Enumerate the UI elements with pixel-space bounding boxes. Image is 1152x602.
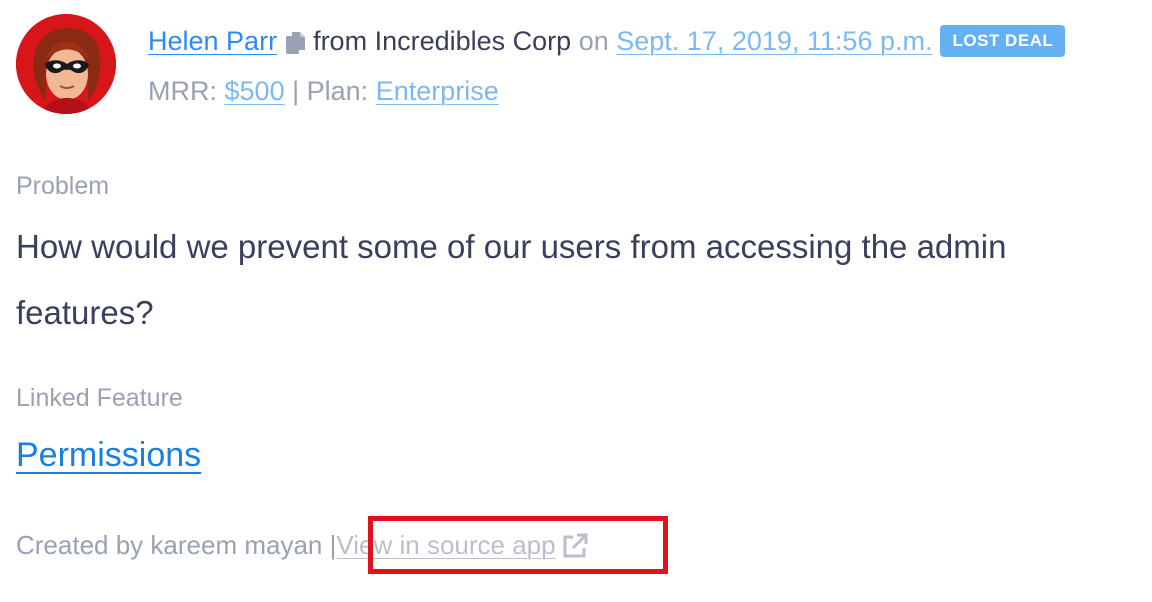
customer-line: Helen Parr from Incredibles Corp on Sept… xyxy=(148,22,1138,60)
avatar xyxy=(16,14,116,114)
mrr-value-link[interactable]: $500 xyxy=(225,76,285,106)
customer-name-link[interactable]: Helen Parr xyxy=(148,22,277,60)
plan-value-link[interactable]: Enterprise xyxy=(376,76,499,106)
footer: Created by kareem mayan | View in source… xyxy=(16,530,590,561)
created-by-text: Created by kareem mayan xyxy=(16,530,323,560)
feedback-header: Helen Parr from Incredibles Corp on Sept… xyxy=(148,22,1138,110)
separator: | xyxy=(292,76,300,106)
company-name: Incredibles Corp xyxy=(374,26,572,56)
mrr-label: MRR: xyxy=(148,76,217,106)
date-link[interactable]: Sept. 17, 2019, 11:56 p.m. xyxy=(616,22,932,60)
copy-icon[interactable] xyxy=(285,28,307,54)
deal-status-badge: LOST DEAL xyxy=(940,25,1066,57)
mrr-plan-line: MRR: $500 | Plan: Enterprise xyxy=(148,72,1138,110)
feedback-detail: Helen Parr from Incredibles Corp on Sept… xyxy=(0,0,1152,602)
external-link-icon[interactable] xyxy=(560,531,590,561)
on-text: on xyxy=(578,26,609,56)
from-text: from xyxy=(313,26,368,56)
linked-feature-link[interactable]: Permissions xyxy=(16,436,201,475)
plan-label: Plan: xyxy=(306,76,369,106)
problem-text: How would we prevent some of our users f… xyxy=(16,228,1007,331)
linked-feature-label: Linked Feature xyxy=(16,384,183,412)
view-in-source-app-link[interactable]: View in source app xyxy=(336,530,555,561)
footer-separator: | xyxy=(329,530,337,560)
problem-label: Problem xyxy=(16,172,110,200)
